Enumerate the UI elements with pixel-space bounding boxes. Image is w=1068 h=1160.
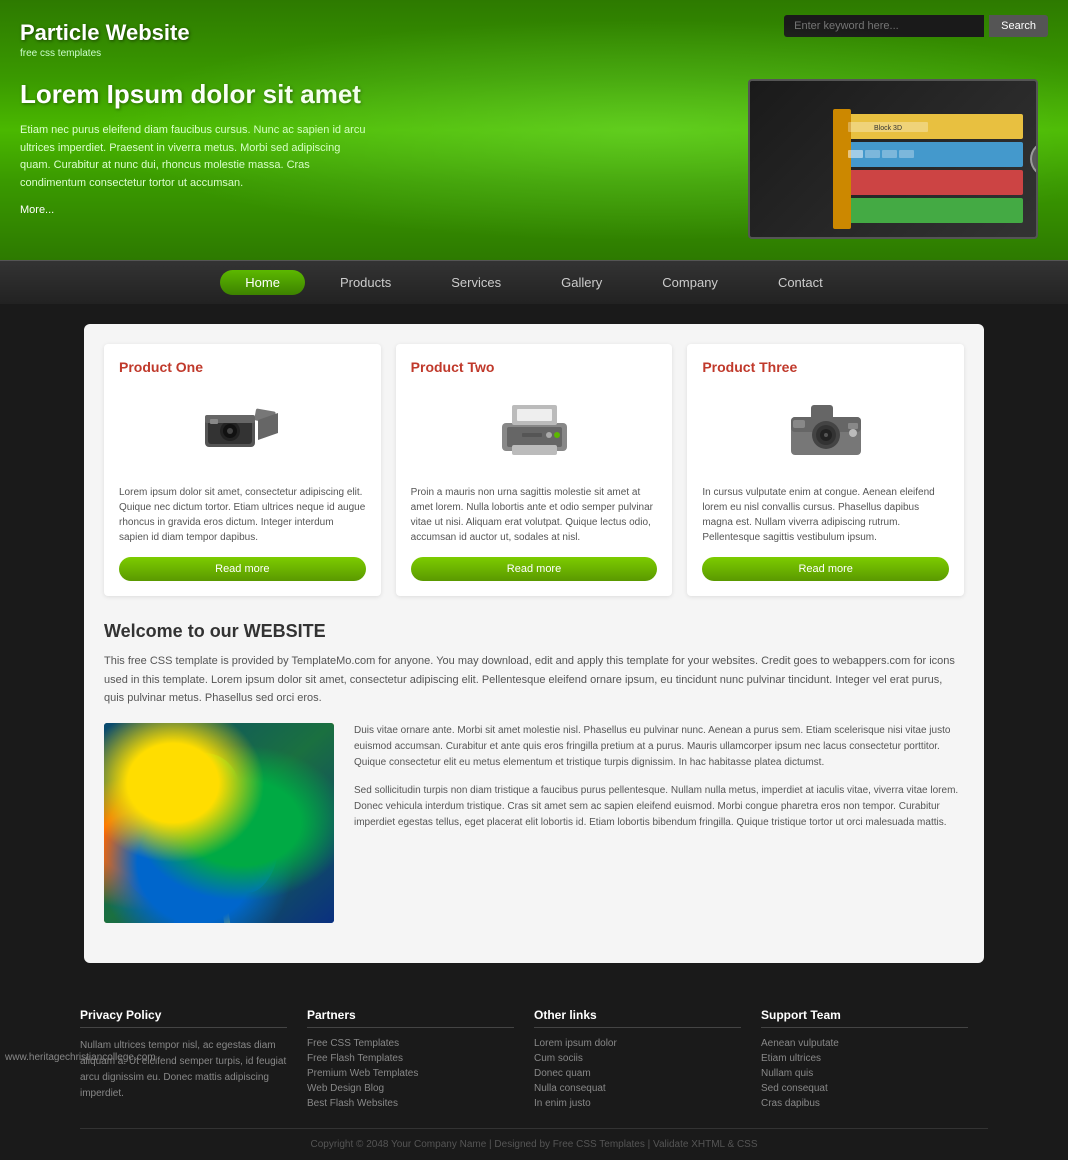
hero-image-area: Block 3D [748, 79, 1048, 239]
products-row: Product One Lorem ipsum [104, 344, 964, 596]
footer-other-link-4[interactable]: Nulla consequat [534, 1083, 741, 1094]
product-one-desc: Lorem ipsum dolor sit amet, consectetur … [119, 485, 366, 545]
footer-support-link-5[interactable]: Cras dapibus [761, 1098, 968, 1109]
blocks-3d-graphic: Block 3D [763, 89, 1023, 229]
parrot-graphic [104, 723, 334, 923]
dslr-camera-icon [783, 395, 868, 465]
product-two-image [411, 385, 658, 475]
header: Particle Website free css templates Sear… [0, 0, 1068, 260]
footer-copyright: Copyright © 2048 Your Company Name | Des… [80, 1128, 988, 1150]
hero-description: Etiam nec purus eleifend diam faucibus c… [20, 122, 370, 192]
nav-item-company[interactable]: Company [632, 261, 748, 305]
printer-icon [492, 395, 577, 465]
search-button[interactable]: Search [989, 15, 1048, 37]
footer-other-link-5[interactable]: In enim justo [534, 1098, 741, 1109]
product-three-title: Product Three [702, 359, 949, 375]
product-two-read-more[interactable]: Read more [411, 557, 658, 581]
product-one-image [119, 385, 366, 475]
footer-partner-link-3[interactable]: Premium Web Templates [307, 1068, 514, 1079]
camcorder-icon [200, 395, 285, 465]
footer: Privacy Policy Nullam ultrices tempor ni… [0, 983, 1068, 1160]
welcome-text: Duis vitae ornare ante. Morbi sit amet m… [354, 723, 964, 923]
footer-partner-link-5[interactable]: Best Flash Websites [307, 1098, 514, 1109]
nav-item-services[interactable]: Services [421, 261, 531, 305]
product-two-desc: Proin a mauris non urna sagittis molesti… [411, 485, 658, 545]
hero-title: Lorem Ipsum dolor sit amet [20, 79, 718, 110]
nav-item-contact[interactable]: Contact [748, 261, 853, 305]
navigation: Home Products Services Gallery Company C… [0, 260, 1068, 304]
footer-partner-link-4[interactable]: Web Design Blog [307, 1083, 514, 1094]
hero-text: Lorem Ipsum dolor sit amet Etiam nec pur… [20, 79, 718, 236]
footer-col-partners: Partners Free CSS Templates Free Flash T… [307, 1008, 534, 1113]
logo-area: Particle Website free css templates [20, 10, 190, 59]
footer-partner-link-2[interactable]: Free Flash Templates [307, 1053, 514, 1064]
footer-columns: Privacy Policy Nullam ultrices tempor ni… [80, 1008, 988, 1113]
logo-title: Particle Website [20, 20, 190, 46]
footer-other-links-title: Other links [534, 1008, 741, 1028]
watermark: www.heritagechristiancollege.com [5, 1052, 156, 1063]
play-button[interactable] [1030, 141, 1038, 177]
product-one-read-more[interactable]: Read more [119, 557, 366, 581]
footer-col-support: Support Team Aenean vulputate Etiam ultr… [761, 1008, 988, 1113]
main-inner: Product One Lorem ipsum [84, 324, 984, 963]
svg-text:Block 3D: Block 3D [874, 125, 902, 132]
nav-item-home[interactable]: Home [220, 270, 305, 295]
footer-support-link-4[interactable]: Sed consequat [761, 1083, 968, 1094]
welcome-intro: This free CSS template is provided by Te… [104, 652, 964, 708]
footer-other-link-2[interactable]: Cum sociis [534, 1053, 741, 1064]
footer-partner-link-1[interactable]: Free CSS Templates [307, 1038, 514, 1049]
product-card-two: Product Two Proin a mauris non urna s [396, 344, 673, 596]
welcome-para1: Duis vitae ornare ante. Morbi sit amet m… [354, 723, 964, 771]
product-three-image [702, 385, 949, 475]
search-bar: Search [784, 15, 1048, 37]
footer-privacy-text: Nullam ultrices tempor nisl, ac egestas … [80, 1038, 287, 1102]
product-two-title: Product Two [411, 359, 658, 375]
product-card-one: Product One Lorem ipsum [104, 344, 381, 596]
product-three-read-more[interactable]: Read more [702, 557, 949, 581]
hero-image-box: Block 3D [748, 79, 1038, 239]
footer-support-link-1[interactable]: Aenean vulputate [761, 1038, 968, 1049]
footer-other-link-1[interactable]: Lorem ipsum dolor [534, 1038, 741, 1049]
footer-support-link-3[interactable]: Nullam quis [761, 1068, 968, 1079]
footer-partners-title: Partners [307, 1008, 514, 1028]
footer-support-title: Support Team [761, 1008, 968, 1028]
hero-more-link[interactable]: More... [20, 204, 54, 216]
welcome-title: Welcome to our WEBSITE [104, 621, 964, 642]
footer-support-link-2[interactable]: Etiam ultrices [761, 1053, 968, 1064]
logo-subtitle: free css templates [20, 48, 190, 59]
product-one-title: Product One [119, 359, 366, 375]
welcome-para2: Sed sollicitudin turpis non diam tristiq… [354, 783, 964, 831]
parrot-image [104, 723, 334, 923]
nav-items: Home Products Services Gallery Company C… [215, 261, 853, 305]
welcome-section: Welcome to our WEBSITE This free CSS tem… [104, 621, 964, 923]
main-content: Product One Lorem ipsum [0, 304, 1068, 983]
product-three-desc: In cursus vulputate enim at congue. Aene… [702, 485, 949, 545]
search-input[interactable] [784, 15, 984, 37]
welcome-cols: Duis vitae ornare ante. Morbi sit amet m… [104, 723, 964, 923]
footer-other-link-3[interactable]: Donec quam [534, 1068, 741, 1079]
nav-item-products[interactable]: Products [310, 261, 421, 305]
nav-item-gallery[interactable]: Gallery [531, 261, 632, 305]
product-card-three: Product Three [687, 344, 964, 596]
footer-privacy-title: Privacy Policy [80, 1008, 287, 1028]
footer-col-other-links: Other links Lorem ipsum dolor Cum sociis… [534, 1008, 761, 1113]
